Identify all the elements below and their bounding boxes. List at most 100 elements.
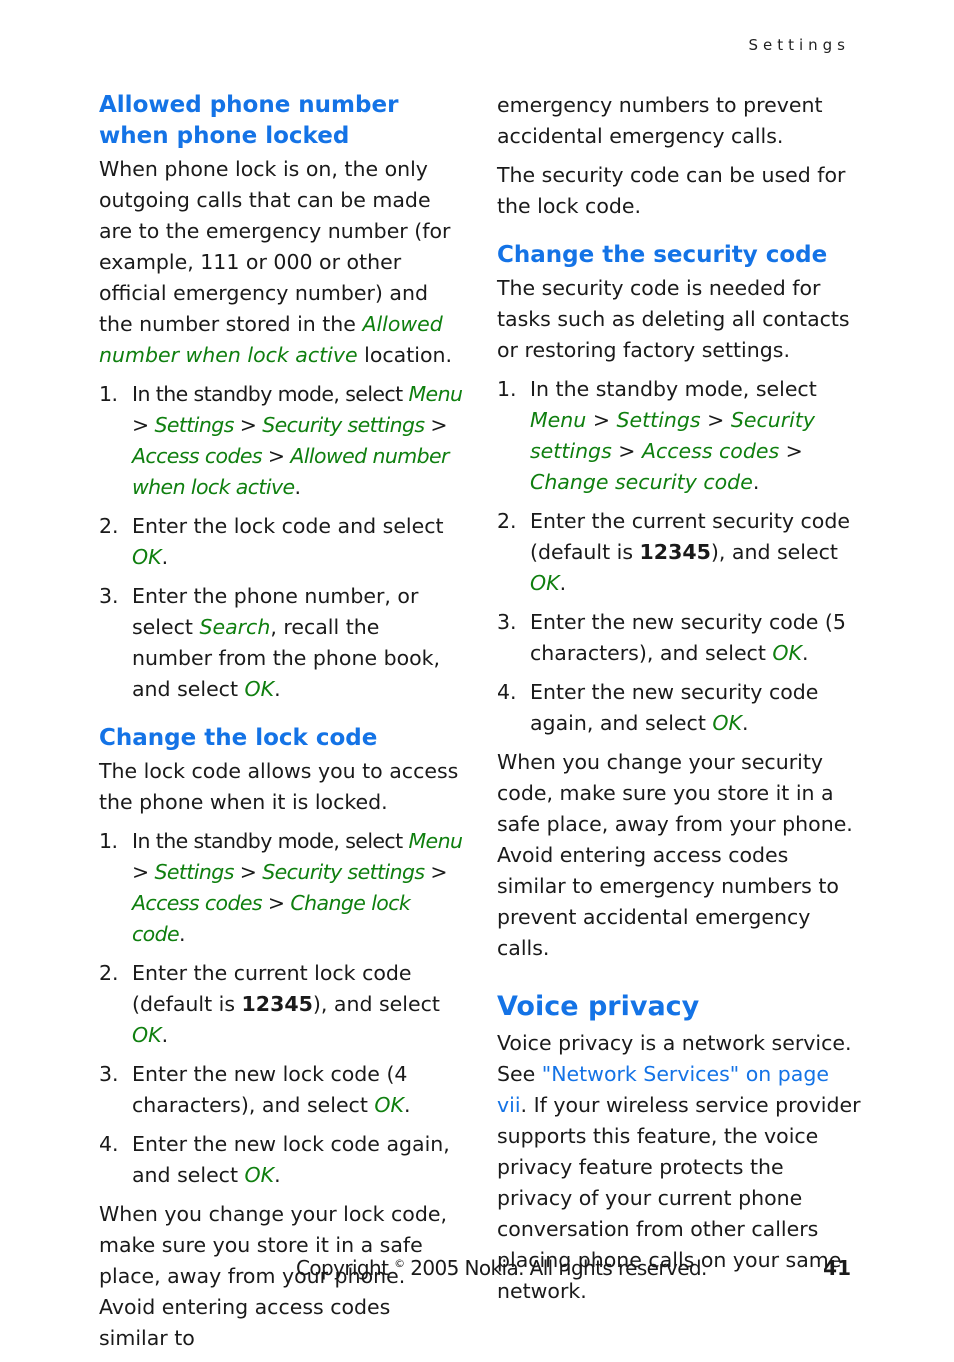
running-head: Settings	[748, 36, 850, 54]
ui-term: OK	[712, 711, 742, 735]
ui-term: OK	[772, 641, 802, 665]
ui-term: OK	[530, 571, 560, 595]
text: ), and select	[312, 992, 440, 1016]
default-code: 12345	[241, 992, 313, 1016]
ui-term: Menu	[408, 382, 463, 406]
ui-term: Settings	[616, 408, 701, 432]
text: ), and select	[710, 540, 838, 564]
step-number: 2.	[99, 961, 119, 985]
ui-term: Settings	[154, 413, 235, 437]
ui-term: OK	[244, 1163, 275, 1187]
step-number: 1.	[99, 829, 118, 853]
text: >	[779, 439, 803, 463]
text: >	[132, 860, 155, 884]
text: >	[424, 413, 447, 437]
ui-term: OK	[374, 1093, 404, 1117]
step-number: 2.	[497, 509, 517, 533]
step-item: 2. Enter the current lock code (default i…	[99, 958, 464, 1051]
continued-note: emergency numbers to prevent accidental …	[497, 93, 823, 148]
ui-term: Security settings	[262, 413, 425, 437]
text: .	[559, 571, 567, 595]
text: .	[179, 922, 186, 946]
text: >	[261, 891, 291, 915]
section-title-voice-privacy: Voice privacy	[497, 991, 700, 1022]
text: >	[700, 408, 731, 432]
change-security-intro: The security code is needed for tasks su…	[497, 276, 850, 362]
step-item: 3. Enter the phone number, or select Sear…	[99, 581, 464, 705]
text: .	[274, 677, 281, 701]
change-lock-intro: The lock code allows you to access the p…	[99, 759, 459, 814]
step-number: 4.	[497, 680, 517, 704]
text: Enter the lock code and select	[132, 514, 444, 538]
text: >	[611, 439, 642, 463]
text: Enter the new lock code (4 characters), …	[132, 1062, 408, 1117]
text: .	[403, 1093, 411, 1117]
allowed-number-intro: When phone lock is on, the only outgoing…	[99, 154, 464, 371]
default-code: 12345	[639, 540, 711, 564]
text: >	[233, 860, 263, 884]
step-number: 4.	[99, 1132, 119, 1156]
text: >	[132, 413, 155, 437]
ui-term: OK	[132, 545, 162, 569]
step-item: 4. Enter the new security code again, and…	[497, 677, 862, 739]
page-number: 41	[823, 1256, 851, 1280]
ui-term: Security settings	[262, 860, 425, 884]
section-title-change-security-code: Change the security code	[497, 242, 828, 268]
left-column: Allowed phone number when phone locked W…	[99, 90, 464, 1362]
step-number: 3.	[99, 584, 119, 608]
text: Enter the new security code again, and s…	[530, 680, 819, 735]
ui-term: Settings	[154, 860, 235, 884]
copyright-notice: Copyright © 2005 Nokia. All rights reser…	[296, 1256, 707, 1280]
ui-term: Access codes	[641, 439, 780, 463]
copyright-symbol: ©	[394, 1257, 405, 1270]
ui-term: Search	[199, 615, 271, 639]
change-security-note: When you change your security code, make…	[497, 750, 853, 960]
ui-term: Menu	[530, 408, 587, 432]
text: .	[161, 545, 169, 569]
text: Copyright	[296, 1256, 395, 1280]
allowed-number-steps: 1. In the standby mode, select Menu > Set…	[99, 379, 464, 705]
text: 2005 Nokia. All rights reserved.	[404, 1256, 707, 1280]
section-title-change-lock-code: Change the lock code	[99, 725, 378, 751]
step-number: 1.	[99, 382, 118, 406]
ui-term: Access codes	[132, 891, 263, 915]
step-number: 3.	[99, 1062, 119, 1086]
ui-term: OK	[244, 677, 275, 701]
step-item: 3. Enter the new lock code (4 characters)…	[99, 1059, 464, 1121]
step-item: 2. Enter the current security code (defau…	[497, 506, 862, 599]
right-column: emergency numbers to prevent accidental …	[497, 90, 862, 1315]
step-item: 1. In the standby mode, select Menu > Set…	[99, 826, 464, 950]
text: In the standby mode, select	[132, 382, 409, 406]
change-security-steps: 1. In the standby mode, select Menu > Set…	[497, 374, 862, 739]
text: .	[752, 470, 760, 494]
text: >	[261, 444, 291, 468]
step-item: 1. In the standby mode, select Menu > Set…	[497, 374, 862, 498]
step-item: 4. Enter the new lock code again, and sel…	[99, 1129, 464, 1191]
text: .	[161, 1023, 169, 1047]
step-item: 2. Enter the lock code and select OK.	[99, 511, 464, 573]
text: .	[741, 711, 749, 735]
text: In the standby mode, select	[530, 377, 817, 401]
section-title-allowed-number: Allowed phone number when phone locked	[99, 92, 399, 149]
ui-term: Access codes	[132, 444, 263, 468]
ui-term: OK	[132, 1023, 162, 1047]
text: .	[801, 641, 809, 665]
text: In the standby mode, select	[132, 829, 409, 853]
step-item: 1. In the standby mode, select Menu > Set…	[99, 379, 464, 503]
change-lock-steps: 1. In the standby mode, select Menu > Set…	[99, 826, 464, 1191]
security-code-note: The security code can be used for the lo…	[497, 163, 846, 218]
text: Enter the new lock code again, and selec…	[132, 1132, 450, 1187]
step-number: 1.	[497, 377, 517, 401]
ui-term: Menu	[408, 829, 463, 853]
step-item: 3. Enter the new security code (5 charact…	[497, 607, 862, 669]
ui-term: Change security code	[530, 470, 753, 494]
text: .	[274, 1163, 281, 1187]
text: location.	[357, 343, 452, 367]
text: .	[294, 475, 302, 499]
text: >	[424, 860, 447, 884]
text: >	[586, 408, 617, 432]
step-number: 3.	[497, 610, 517, 634]
text: When phone lock is on, the only outgoing…	[99, 157, 451, 336]
step-number: 2.	[99, 514, 119, 538]
text: >	[233, 413, 263, 437]
